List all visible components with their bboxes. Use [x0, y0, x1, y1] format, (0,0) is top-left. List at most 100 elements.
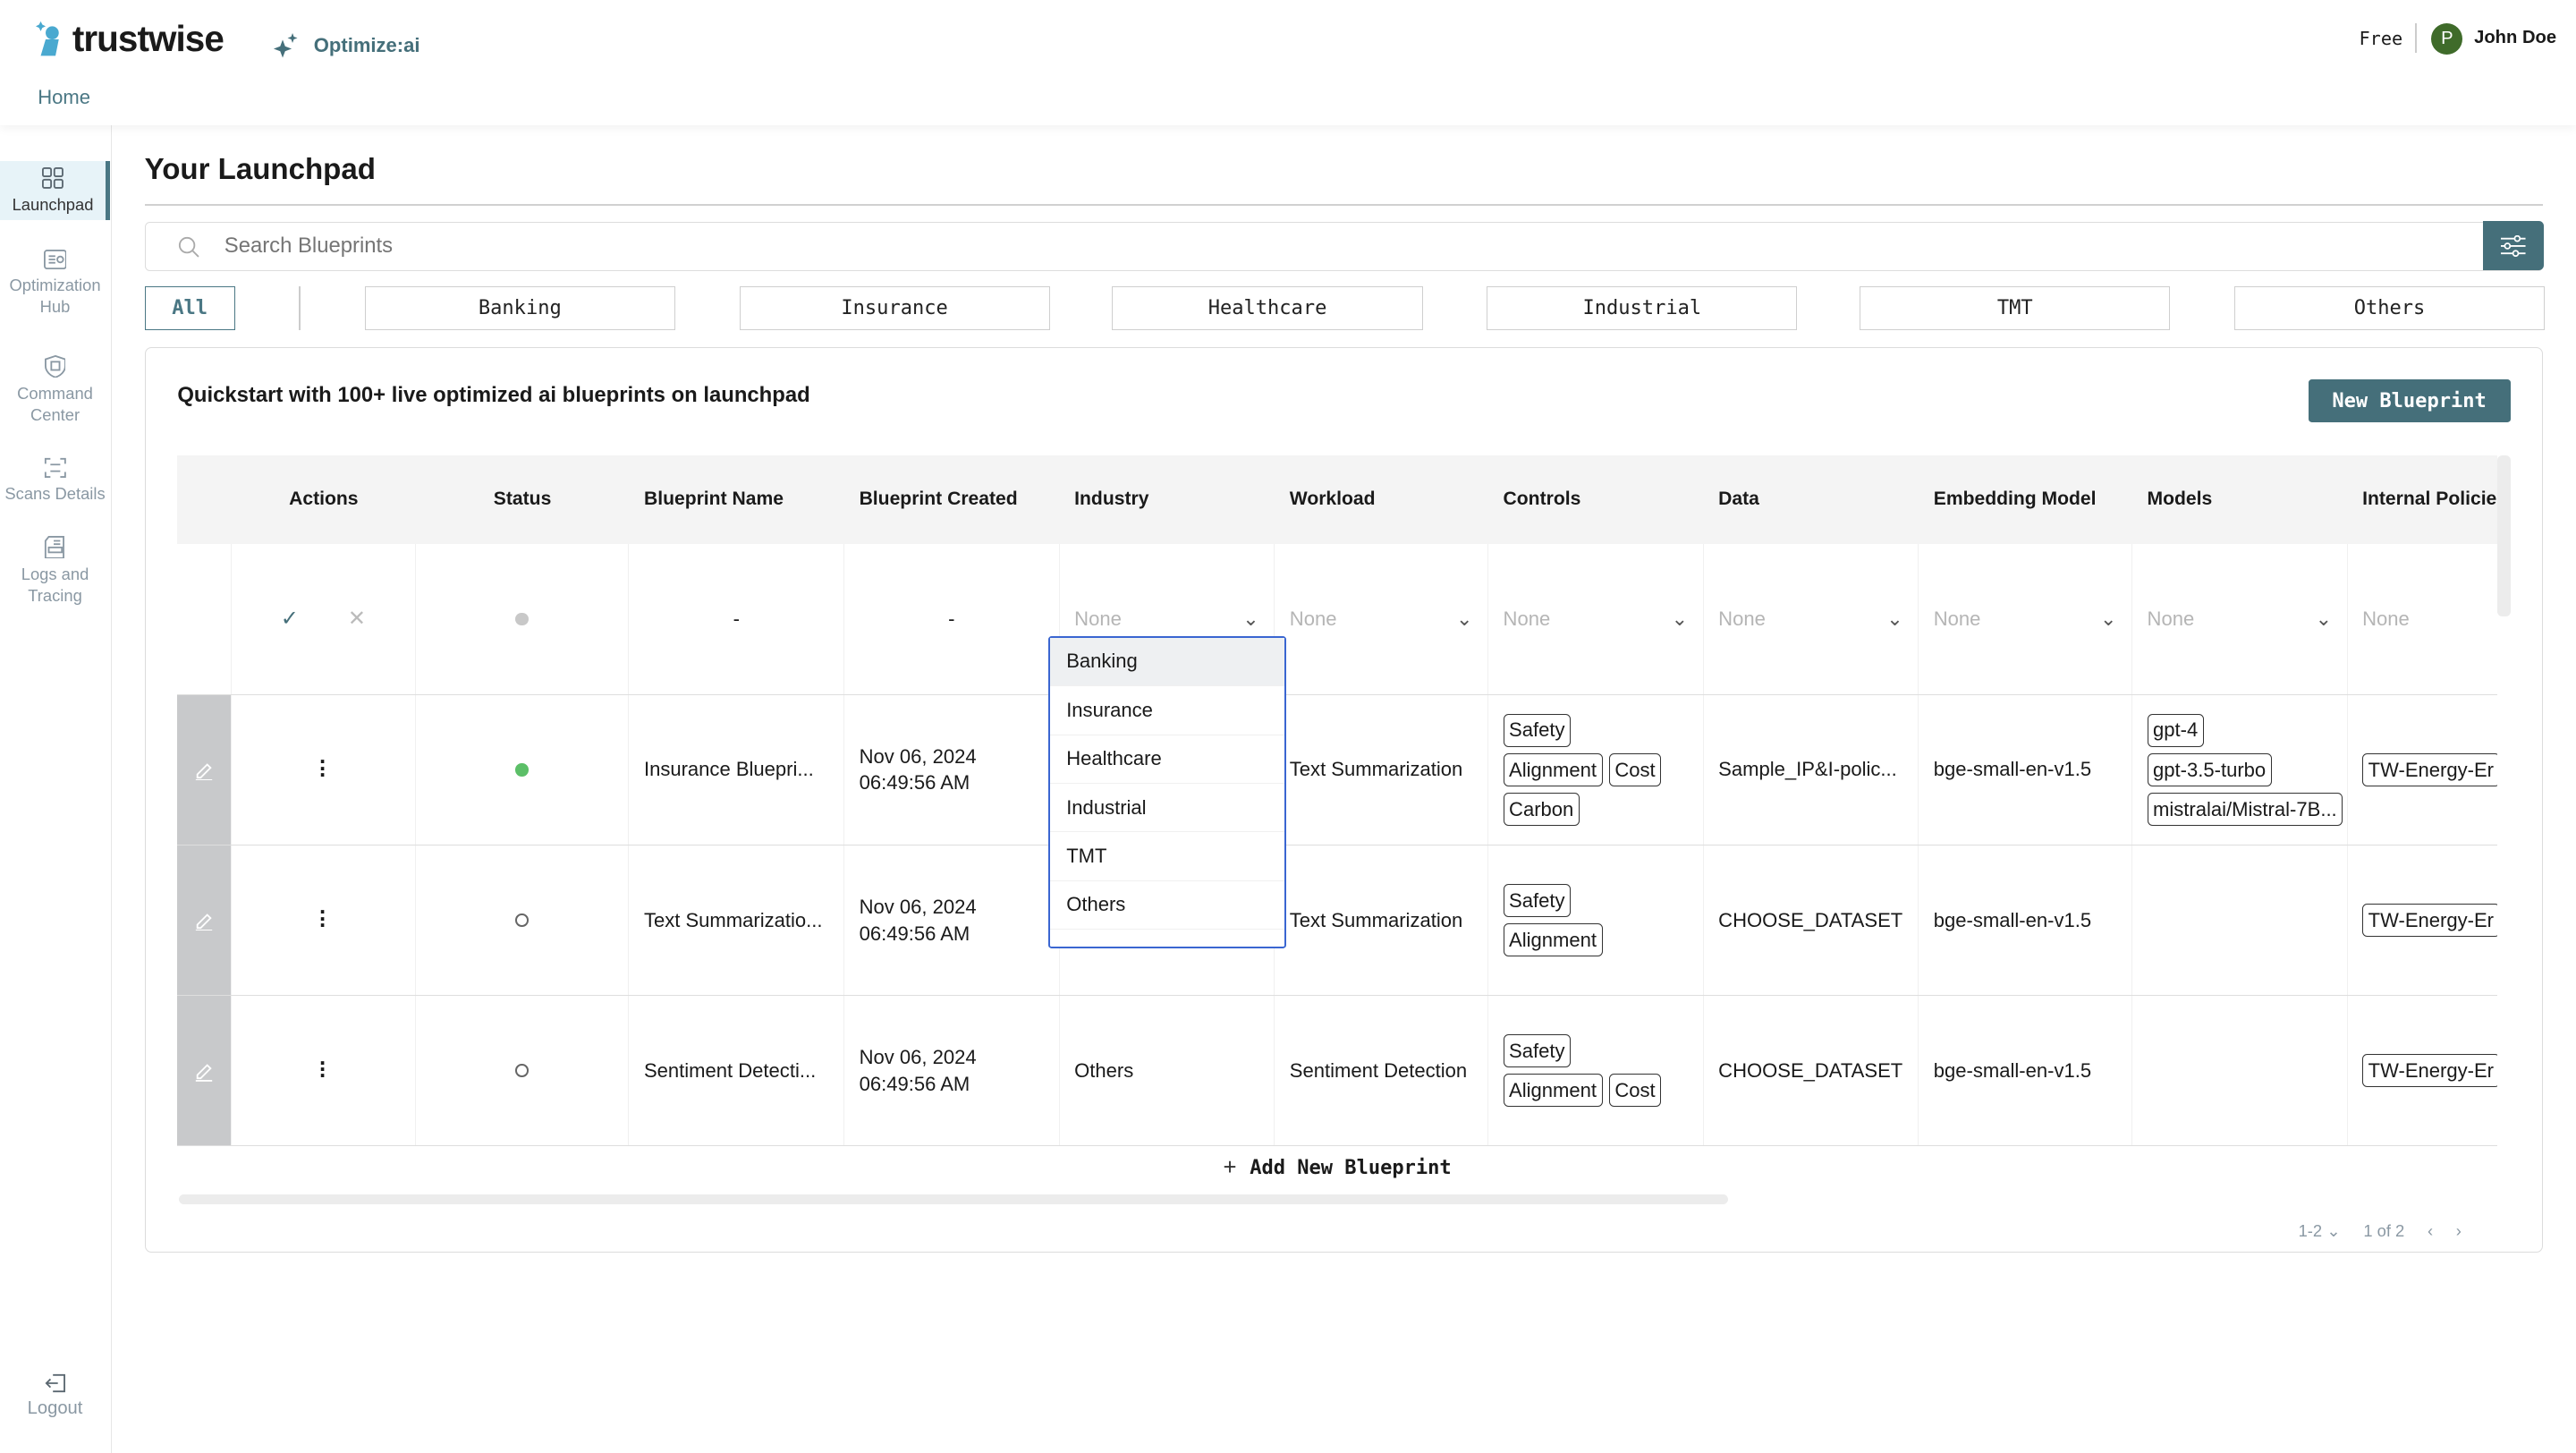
- more-actions-button[interactable]: · · ·: [232, 996, 416, 1146]
- embedding-cell: bge-small-en-v1.5: [1919, 845, 2133, 996]
- control-tag: Safety: [1503, 713, 1572, 747]
- policy-tag: TW-Energy-Er: [2362, 904, 2497, 937]
- chevron-down-icon: ⌄: [1886, 607, 1903, 630]
- avatar[interactable]: P: [2431, 22, 2463, 55]
- filter-button[interactable]: [2483, 221, 2545, 271]
- dropdown-option-insurance[interactable]: Insurance: [1049, 686, 1285, 735]
- column-header: Embedding Model: [1933, 489, 2097, 510]
- logout-button[interactable]: Logout: [0, 1373, 110, 1419]
- controls-select[interactable]: None ⌄: [1488, 543, 1704, 694]
- category-divider: [299, 285, 301, 331]
- sidebar-item-launchpad[interactable]: Launchpad: [0, 160, 111, 221]
- category-tmt[interactable]: TMT: [1860, 285, 2171, 331]
- column-header: Actions: [289, 489, 359, 510]
- data-select[interactable]: None ⌄: [1704, 543, 1919, 694]
- new-blueprint-button[interactable]: New Blueprint: [2308, 379, 2511, 423]
- dropdown-option-industrial[interactable]: Industrial: [1049, 784, 1285, 833]
- pencil-icon: [195, 1063, 213, 1082]
- name-cell: -: [629, 543, 845, 694]
- trustwise-logo[interactable]: trustwise: [36, 18, 225, 60]
- new-blueprint-row: ✓ ✕ - - None ⌄ None ⌄ None ⌄ None ⌄ None ⌄ No…: [177, 543, 2497, 695]
- sidebar-item-label: Scans Details: [4, 483, 106, 503]
- chevron-down-icon: ⌄: [1456, 607, 1473, 630]
- table-row: · · · Insurance Bluepri... Nov 06, 2024 06:…: [177, 694, 2497, 845]
- user-name[interactable]: John Doe: [2474, 28, 2556, 48]
- column-header: Internal Policie: [2362, 489, 2497, 510]
- embedding-select[interactable]: None ⌄: [1919, 543, 2133, 694]
- prev-page-icon[interactable]: ‹: [2428, 1221, 2433, 1241]
- logout-icon: [45, 1374, 65, 1393]
- sidebar-item-logs-and-tracing[interactable]: Logs and Tracing: [0, 535, 110, 607]
- data-cell: CHOOSE_DATASET: [1704, 996, 1919, 1146]
- horizontal-scrollbar[interactable]: [179, 1194, 1729, 1205]
- control-tag: Alignment: [1503, 753, 1603, 786]
- sidebar-item-command-center[interactable]: Command Center: [0, 354, 110, 426]
- next-page-icon[interactable]: ›: [2456, 1221, 2462, 1241]
- status-dot: [515, 913, 529, 927]
- search-input[interactable]: [224, 229, 2443, 263]
- dropdown-option-banking[interactable]: Banking: [1049, 637, 1285, 687]
- category-industrial[interactable]: Industrial: [1487, 285, 1798, 331]
- controls-cell: Safety Alignment Cost Carbon: [1488, 694, 1704, 845]
- grid-icon: [42, 167, 64, 190]
- workload-cell: Text Summarization: [1275, 845, 1489, 996]
- column-header: Models: [2147, 489, 2213, 510]
- kebab-menu-icon: · · ·: [319, 900, 327, 939]
- page-size-select[interactable]: 1-2 ⌄: [2299, 1221, 2341, 1241]
- dropdown-option-others[interactable]: Others: [1049, 881, 1285, 930]
- category-insurance[interactable]: Insurance: [739, 285, 1050, 331]
- edit-button[interactable]: [177, 694, 232, 845]
- top-header: trustwise Optimize:ai Home Free P John D…: [0, 0, 2576, 125]
- sidebar-item-label: Logs and Tracing: [21, 564, 89, 605]
- confirm-icon[interactable]: ✓: [281, 606, 299, 632]
- control-tag: Safety: [1503, 1034, 1572, 1067]
- kebab-menu-icon: · · ·: [319, 750, 327, 789]
- data-cell: Sample_IP&I-polic...: [1704, 694, 1919, 845]
- sidebar-item-scans-details[interactable]: Scans Details: [0, 457, 110, 505]
- policies-cell: TW-Energy-Er: [2348, 845, 2497, 995]
- shield-chip-icon: [44, 354, 66, 378]
- dropdown-option-tmt[interactable]: TMT: [1049, 832, 1285, 881]
- dropdown-option-healthcare[interactable]: Healthcare: [1049, 735, 1285, 784]
- created-date: Nov 06, 2024: [859, 745, 977, 769]
- cancel-icon[interactable]: ✕: [348, 606, 366, 632]
- embedding-cell: bge-small-en-v1.5: [1919, 996, 2133, 1146]
- control-tag: Cost: [1608, 1074, 1662, 1108]
- pencil-icon: [195, 913, 213, 931]
- workload-select[interactable]: None ⌄: [1275, 543, 1489, 694]
- policy-tag: TW-Energy-Er: [2362, 1054, 2497, 1088]
- product-switcher[interactable]: Optimize:ai: [273, 32, 420, 59]
- category-others[interactable]: Others: [2233, 285, 2546, 331]
- sliders-icon: [2501, 234, 2526, 257]
- more-actions-button[interactable]: · · ·: [232, 845, 416, 996]
- created-time: 06:49:56 AM: [859, 1072, 970, 1095]
- policies-cell: TW-Energy-Er: [2348, 996, 2497, 1145]
- edit-button[interactable]: [177, 996, 232, 1146]
- sparkle-icon: [273, 32, 298, 58]
- vertical-scrollbar[interactable]: [2496, 455, 2511, 616]
- more-actions-button[interactable]: · · ·: [232, 694, 416, 845]
- created-date: Nov 06, 2024: [859, 896, 977, 919]
- pagination: 1-2 ⌄ 1 of 2 ‹ ›: [2299, 1221, 2462, 1241]
- edit-button[interactable]: [177, 845, 232, 996]
- controls-cell: Safety Alignment: [1488, 845, 1704, 996]
- add-new-blueprint-button[interactable]: + Add New Blueprint: [177, 1145, 2496, 1191]
- blueprint-name[interactable]: Text Summarizatio...: [629, 845, 845, 996]
- card-title: Quickstart with 100+ live optimized ai b…: [177, 382, 810, 407]
- industry-dropdown: Banking Insurance Healthcare Industrial TMT O…: [1047, 635, 1287, 948]
- policies-select[interactable]: None: [2348, 544, 2497, 694]
- blueprint-name[interactable]: Insurance Bluepri...: [629, 694, 845, 845]
- page-title: Your Launchpad: [144, 152, 376, 186]
- product-name: Optimize:ai: [313, 34, 420, 57]
- blueprint-name[interactable]: Sentiment Detecti...: [629, 996, 845, 1146]
- chevron-down-icon: ⌄: [2315, 607, 2333, 630]
- category-all[interactable]: All: [144, 285, 235, 331]
- created-cell: -: [844, 543, 1060, 694]
- models-select[interactable]: None ⌄: [2132, 543, 2348, 694]
- category-healthcare[interactable]: Healthcare: [1112, 285, 1423, 331]
- breadcrumb-home[interactable]: Home: [38, 86, 90, 109]
- column-header: Data: [1718, 489, 1759, 510]
- category-banking[interactable]: Banking: [364, 285, 675, 331]
- sidebar-item-optimization-hub[interactable]: Optimization Hub: [0, 250, 110, 317]
- title-divider: [144, 203, 2544, 206]
